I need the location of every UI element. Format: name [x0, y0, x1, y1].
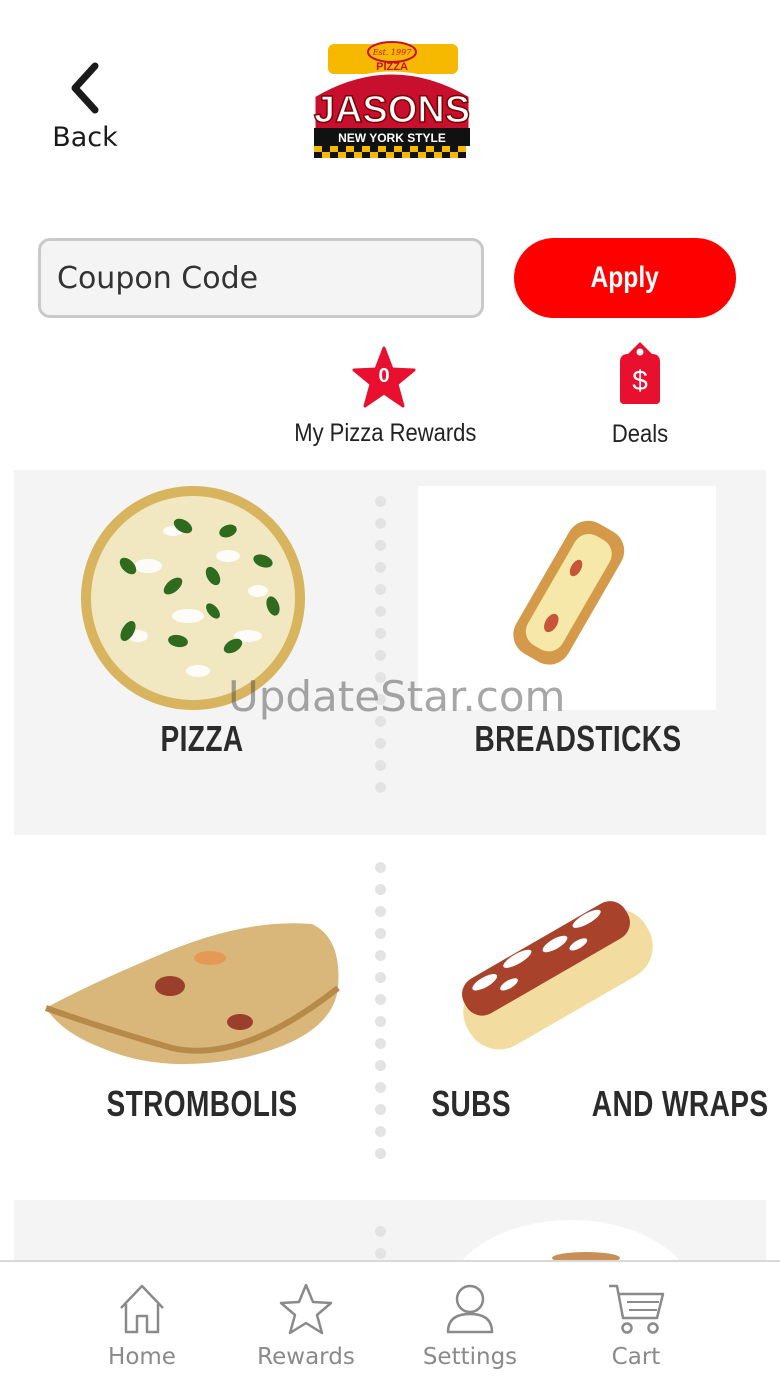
home-icon [120, 1284, 164, 1334]
nav-rewards-label: Rewards [257, 1344, 355, 1370]
bottom-navigation: Home Rewards Settings Cart [0, 1260, 780, 1387]
coupon-code-input[interactable] [38, 238, 484, 318]
nav-home-label: Home [108, 1344, 176, 1370]
nav-home[interactable]: Home [72, 1282, 212, 1370]
category-label: BREADSTICKS [474, 718, 682, 759]
category-label: STROMBOLIS [106, 1083, 298, 1124]
back-button[interactable]: Back [40, 60, 130, 160]
chevron-left-icon [71, 62, 99, 114]
back-label: Back [52, 122, 118, 153]
category-row: STROMBOLIS SUBS AND WRAPS [14, 838, 769, 1203]
deals-button[interactable]: $ Deals [590, 340, 690, 449]
divider-dots [375, 862, 386, 1170]
rewards-count: 0 [378, 365, 390, 387]
divider-dots [375, 496, 386, 804]
category-label: PIZZA [160, 718, 244, 759]
svg-text:PIZZA: PIZZA [376, 61, 408, 73]
price-tag-icon: $ [618, 340, 662, 406]
rewards-star-icon: 0 [351, 345, 417, 411]
nav-settings[interactable]: Settings [400, 1282, 540, 1370]
svg-text:JASONS: JASONS [314, 89, 470, 131]
nav-rewards[interactable]: Rewards [236, 1282, 376, 1370]
user-icon [446, 1284, 494, 1334]
nav-cart-label: Cart [611, 1344, 661, 1370]
category-row: PIZZA BREADSTICKS [14, 470, 766, 835]
svg-text:$: $ [632, 365, 648, 396]
rewards-label: My Pizza Rewards [294, 419, 477, 447]
category-pizza[interactable]: PIZZA [14, 470, 390, 835]
jasons-pizza-logo: Est. 1997 PIZZA JASONS NEW YORK STYLE [308, 40, 476, 162]
sub-sandwich-image [462, 901, 653, 1050]
apply-coupon-button[interactable]: Apply [514, 238, 736, 318]
svg-text:NEW YORK STYLE: NEW YORK STYLE [338, 131, 446, 145]
cart-icon [609, 1284, 665, 1334]
deals-label: Deals [611, 420, 669, 448]
breadsticks-image [418, 486, 716, 710]
stromboli-image [44, 923, 340, 1065]
category-strombolis[interactable]: STROMBOLIS [14, 838, 390, 1203]
pizza-image [81, 486, 305, 710]
category-breadsticks[interactable]: BREADSTICKS [390, 470, 766, 835]
star-icon [279, 1283, 333, 1335]
category-label: SUBS AND WRAPS [431, 1083, 769, 1124]
category-subs-and-wraps[interactable]: SUBS AND WRAPS [390, 838, 769, 1203]
nav-cart[interactable]: Cart [566, 1282, 706, 1370]
svg-text:Est. 1997: Est. 1997 [372, 48, 413, 57]
nav-settings-label: Settings [422, 1344, 518, 1370]
my-pizza-rewards-button[interactable]: 0 My Pizza Rewards [282, 345, 486, 448]
